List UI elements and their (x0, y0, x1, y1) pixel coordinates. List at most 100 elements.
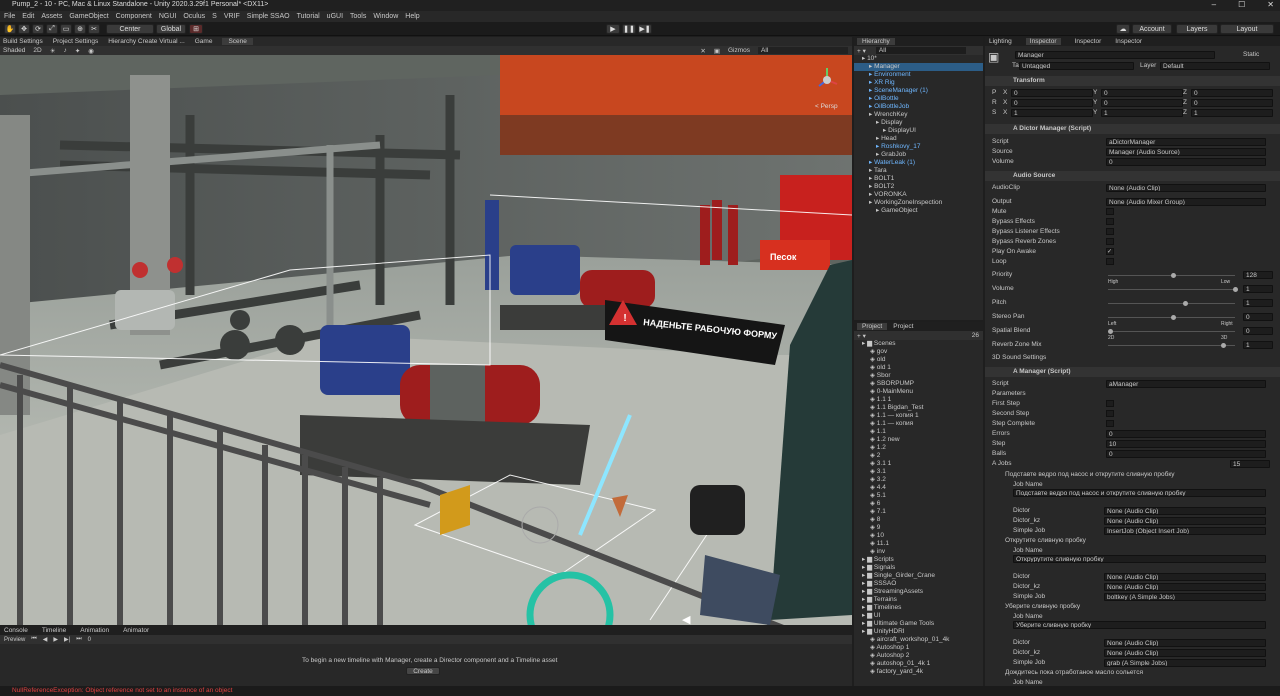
2d-toggle[interactable]: 2D (33, 47, 41, 54)
add-icon[interactable]: + ▾ (857, 47, 866, 55)
transform-y-field[interactable]: 1 (1101, 109, 1183, 117)
tab-project[interactable]: Project (857, 323, 888, 330)
menu-vrif[interactable]: VRIF (224, 13, 240, 20)
job-name-field[interactable]: Открурутите сливную пробку (1013, 555, 1266, 563)
maximize-button[interactable]: ☐ (1238, 0, 1245, 9)
project-item[interactable]: ◈ 3.1 (854, 468, 983, 476)
project-item[interactable]: ▸ ▆ StreamingAssets (854, 588, 983, 596)
job-foldout[interactable]: Дождитесь пока отработаное масло сольетс… (1005, 669, 1143, 676)
project-item[interactable]: ◈ 3.1 1 (854, 460, 983, 468)
tab-inspector[interactable]: Inspector (1115, 38, 1142, 45)
menu-component[interactable]: Component (116, 13, 152, 20)
transform-z-field[interactable]: 1 (1191, 109, 1273, 117)
tab-hierarchy-create-virtual-[interactable]: Hierarchy Create Virtual ... (108, 38, 184, 45)
project-item[interactable]: ◈ Sbor (854, 372, 983, 380)
dictor-kz-field[interactable]: None (Audio Clip) (1104, 517, 1266, 525)
slider-track[interactable] (1108, 331, 1235, 332)
dictor-field[interactable]: None (Audio Clip) (1104, 639, 1266, 647)
param-checkbox[interactable] (1106, 420, 1114, 427)
hierarchy-item[interactable]: ▸ WorkingZoneInspection (854, 199, 983, 207)
audio-source-header[interactable]: Audio Source (985, 171, 1280, 181)
snap-icon[interactable]: ⊞ (189, 24, 203, 34)
project-item[interactable]: ◈ aircraft_workshop_01_4k (854, 636, 983, 644)
checkbox[interactable] (1106, 258, 1114, 265)
project-item[interactable]: ◈ 7.1 (854, 508, 983, 516)
job-foldout[interactable]: Подставте ведро под насос и открутите сл… (1005, 471, 1175, 478)
frame-field[interactable]: 0 (88, 637, 91, 643)
menu-tools[interactable]: Tools (350, 13, 366, 20)
tab-hierarchy[interactable]: Hierarchy (857, 38, 895, 45)
status-bar[interactable]: NullReferenceException: Object reference… (0, 686, 1280, 696)
transform-x-field[interactable]: 1 (1011, 109, 1093, 117)
project-item[interactable]: ▸ ▆ UnityHDRI (854, 628, 983, 636)
menu-file[interactable]: File (4, 13, 15, 20)
hierarchy-item[interactable]: ▸ BOLT1 (854, 175, 983, 183)
menu-assets[interactable]: Assets (41, 13, 62, 20)
project-item[interactable]: ◈ 1.1 1 (854, 396, 983, 404)
dictor-field[interactable]: None (Audio Clip) (1104, 573, 1266, 581)
hierarchy-item[interactable]: ▸ Display (854, 119, 983, 127)
tools-icon[interactable]: ✕ (700, 47, 705, 55)
menu-oculus[interactable]: Oculus (183, 13, 205, 20)
layer-dropdown[interactable]: Default (1160, 62, 1270, 70)
project-item[interactable]: ◈ 6 (854, 500, 983, 508)
transform-y-field[interactable]: 0 (1101, 89, 1183, 97)
transform-x-field[interactable]: 0 (1011, 89, 1093, 97)
dictor-field[interactable]: None (Audio Clip) (1104, 507, 1266, 515)
project-add-icon[interactable]: + ▾ (857, 332, 866, 340)
menu-ugui[interactable]: uGUI (327, 13, 343, 20)
transform-tool-icon[interactable]: ⊕ (74, 24, 86, 34)
project-item[interactable]: ◈ factory_yard_4k (854, 668, 983, 676)
slider-track[interactable] (1108, 289, 1235, 290)
checkbox[interactable] (1106, 208, 1114, 215)
pause-button[interactable]: ❚❚ (622, 24, 636, 34)
menu-gameobject[interactable]: GameObject (69, 13, 108, 20)
hierarchy-item[interactable]: ▸ Roshkovy_17 (854, 143, 983, 151)
transform-x-field[interactable]: 0 (1011, 99, 1093, 107)
layout-dropdown[interactable]: Layout (1220, 24, 1274, 34)
play-button[interactable]: ▶ (606, 24, 620, 34)
prev-frame-icon[interactable]: ◀ (43, 636, 48, 643)
project-item[interactable]: ◈ 1.1 — копия (854, 420, 983, 428)
slider-value[interactable]: 1 (1243, 341, 1273, 349)
project-item[interactable]: ◈ old (854, 356, 983, 364)
transform-y-field[interactable]: 0 (1101, 99, 1183, 107)
project-item[interactable]: ◈ 5.1 (854, 492, 983, 500)
menu-ngui[interactable]: NGUI (159, 13, 177, 20)
camera-icon[interactable]: ▣ (714, 47, 720, 55)
project-item[interactable]: ◈ 10 (854, 532, 983, 540)
hierarchy-item[interactable]: ▸ WrenchKey (854, 111, 983, 119)
volume-field[interactable]: 0 (1106, 158, 1266, 166)
next-frame-icon[interactable]: ▶| (64, 636, 70, 643)
preview-button[interactable]: Preview (4, 637, 25, 643)
simple-job-field[interactable]: grab (A Simple Jobs) (1104, 659, 1266, 667)
slider-value[interactable]: 1 (1243, 285, 1273, 293)
step-button[interactable]: ▶❚ (638, 24, 652, 34)
hierarchy-item[interactable]: ▸ XR Rig (854, 79, 983, 87)
project-item[interactable]: ◈ old 1 (854, 364, 983, 372)
simple-job-field[interactable]: boltkey (A Simple Jobs) (1104, 593, 1266, 601)
hierarchy-item[interactable]: ▸ 10* (854, 55, 983, 63)
job-name-field[interactable]: Подставте ведро под насос и открутите сл… (1013, 489, 1266, 497)
project-item[interactable]: ▸ ▆ Scenes (854, 340, 983, 348)
project-item[interactable]: ▸ ▆ SSSAO (854, 580, 983, 588)
gizmos-dropdown[interactable]: Gizmos (728, 47, 750, 54)
create-button[interactable]: Create (406, 667, 440, 675)
tab-project-settings[interactable]: Project Settings (53, 38, 99, 45)
tab-scene[interactable]: Scene (222, 38, 253, 45)
tab-console[interactable]: Console (4, 627, 28, 634)
last-frame-icon[interactable]: ⏭ (76, 636, 81, 643)
rect-tool-icon[interactable]: ▭ (60, 24, 72, 34)
hand-tool-icon[interactable]: ✋ (4, 24, 16, 34)
project-item[interactable]: ◈ 4.4 (854, 484, 983, 492)
param-checkbox[interactable] (1106, 410, 1114, 417)
script-field[interactable]: aManager (1106, 380, 1266, 388)
project-item[interactable]: ◈ 1.1 — копия 1 (854, 412, 983, 420)
slider-value[interactable]: 1 (1243, 299, 1273, 307)
project-item[interactable]: ▸ ▆ Scripts (854, 556, 983, 564)
custom-tool-icon[interactable]: ✂ (88, 24, 100, 34)
script-field[interactable]: aDictorManager (1106, 138, 1266, 146)
object-name-field[interactable]: Manager (1015, 51, 1215, 59)
slider-knob[interactable] (1170, 273, 1176, 278)
project-item[interactable]: ◈ 2 (854, 452, 983, 460)
